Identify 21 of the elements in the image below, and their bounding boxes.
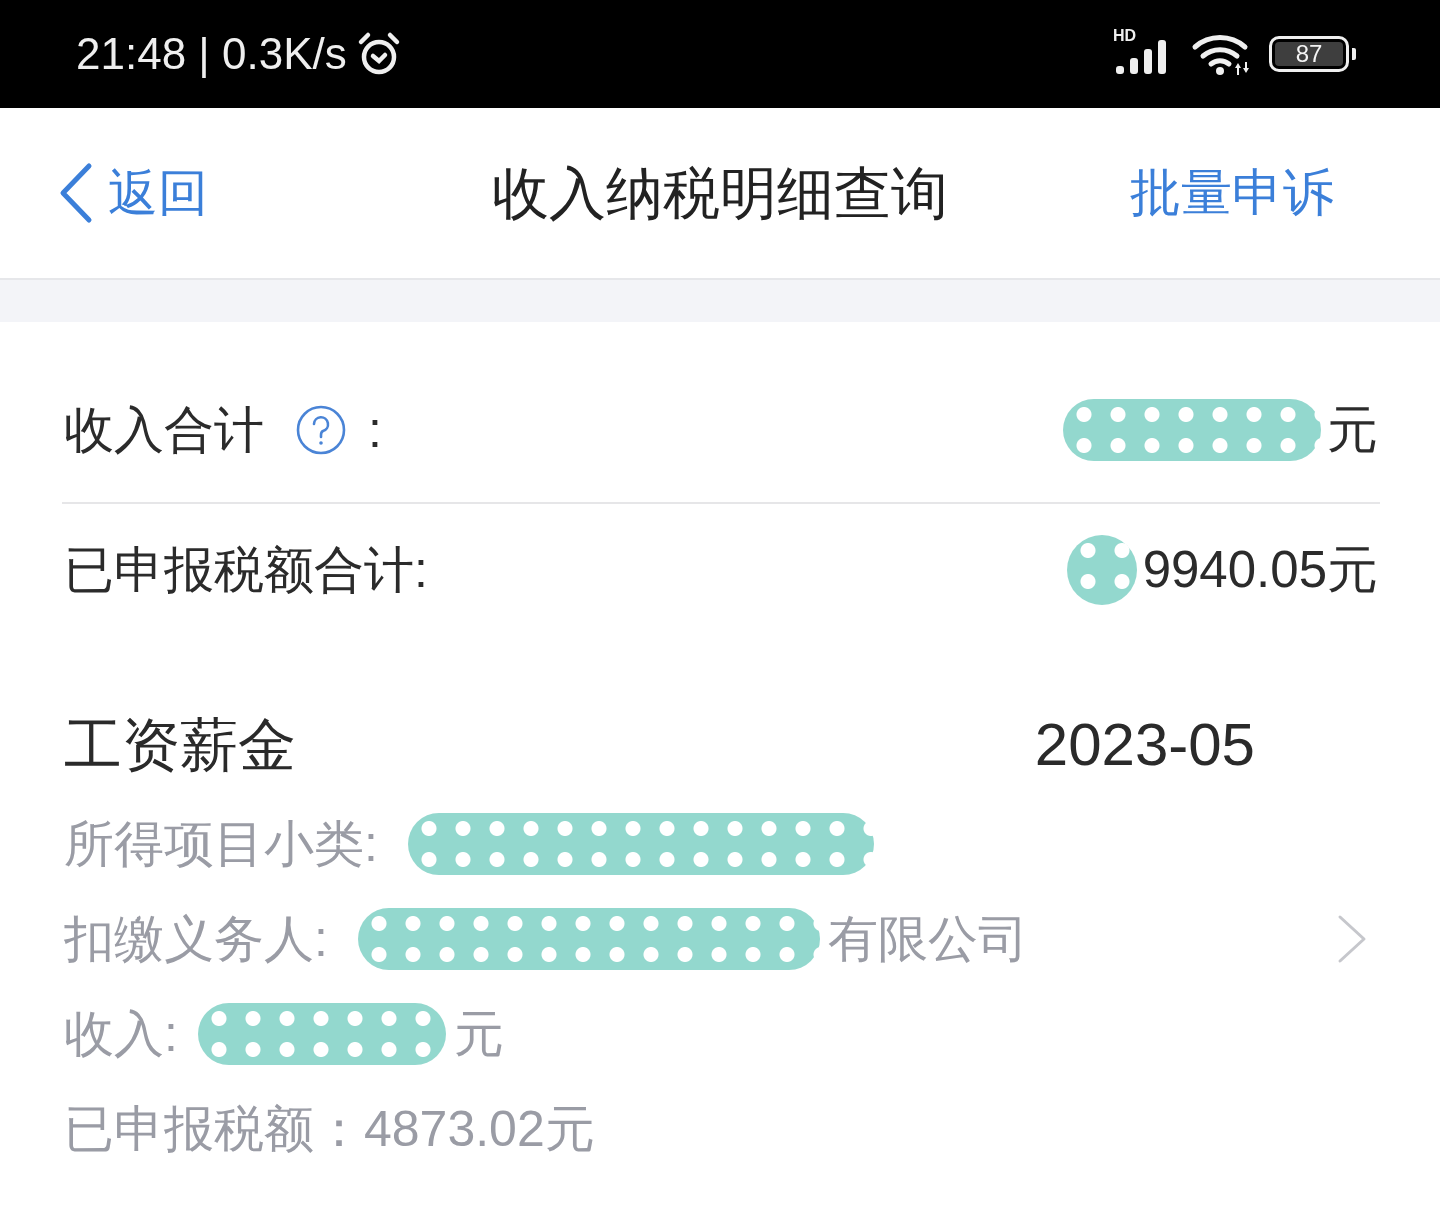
chevron-left-icon[interactable] <box>58 162 94 224</box>
period-text: 2023-05 <box>1034 710 1255 780</box>
amount-value: 9940.05元 <box>1142 540 1378 601</box>
detail-text: 扣缴义务人: <box>64 909 328 969</box>
colon-text: : <box>368 401 382 460</box>
summary-label: 收入合计 <box>64 401 264 460</box>
detail-value: 有限公司 <box>827 909 1028 969</box>
hd-label: HD <box>1113 28 1137 44</box>
battery-text: 87 <box>1275 42 1343 66</box>
amount-value: 元 <box>1327 400 1378 461</box>
help-icon[interactable] <box>296 405 346 455</box>
batch-appeal-button[interactable]: 批量申诉 <box>1130 162 1334 224</box>
detail-text: 所得项目小类: <box>64 814 378 874</box>
summary-label: 已申报税额合计: <box>64 541 428 600</box>
back-button[interactable]: 返回 <box>58 162 208 224</box>
detail-text: 收入: <box>64 1004 178 1064</box>
status-time: 21:48 | 0.3K/s <box>76 29 347 79</box>
detail-text: 已申报税额：4873.02元 <box>64 1099 595 1159</box>
page-title: 收入纳税明细查询 <box>492 159 948 227</box>
detail-value: 元 <box>453 1004 504 1064</box>
income-category-title: 工资薪金 <box>64 711 296 780</box>
